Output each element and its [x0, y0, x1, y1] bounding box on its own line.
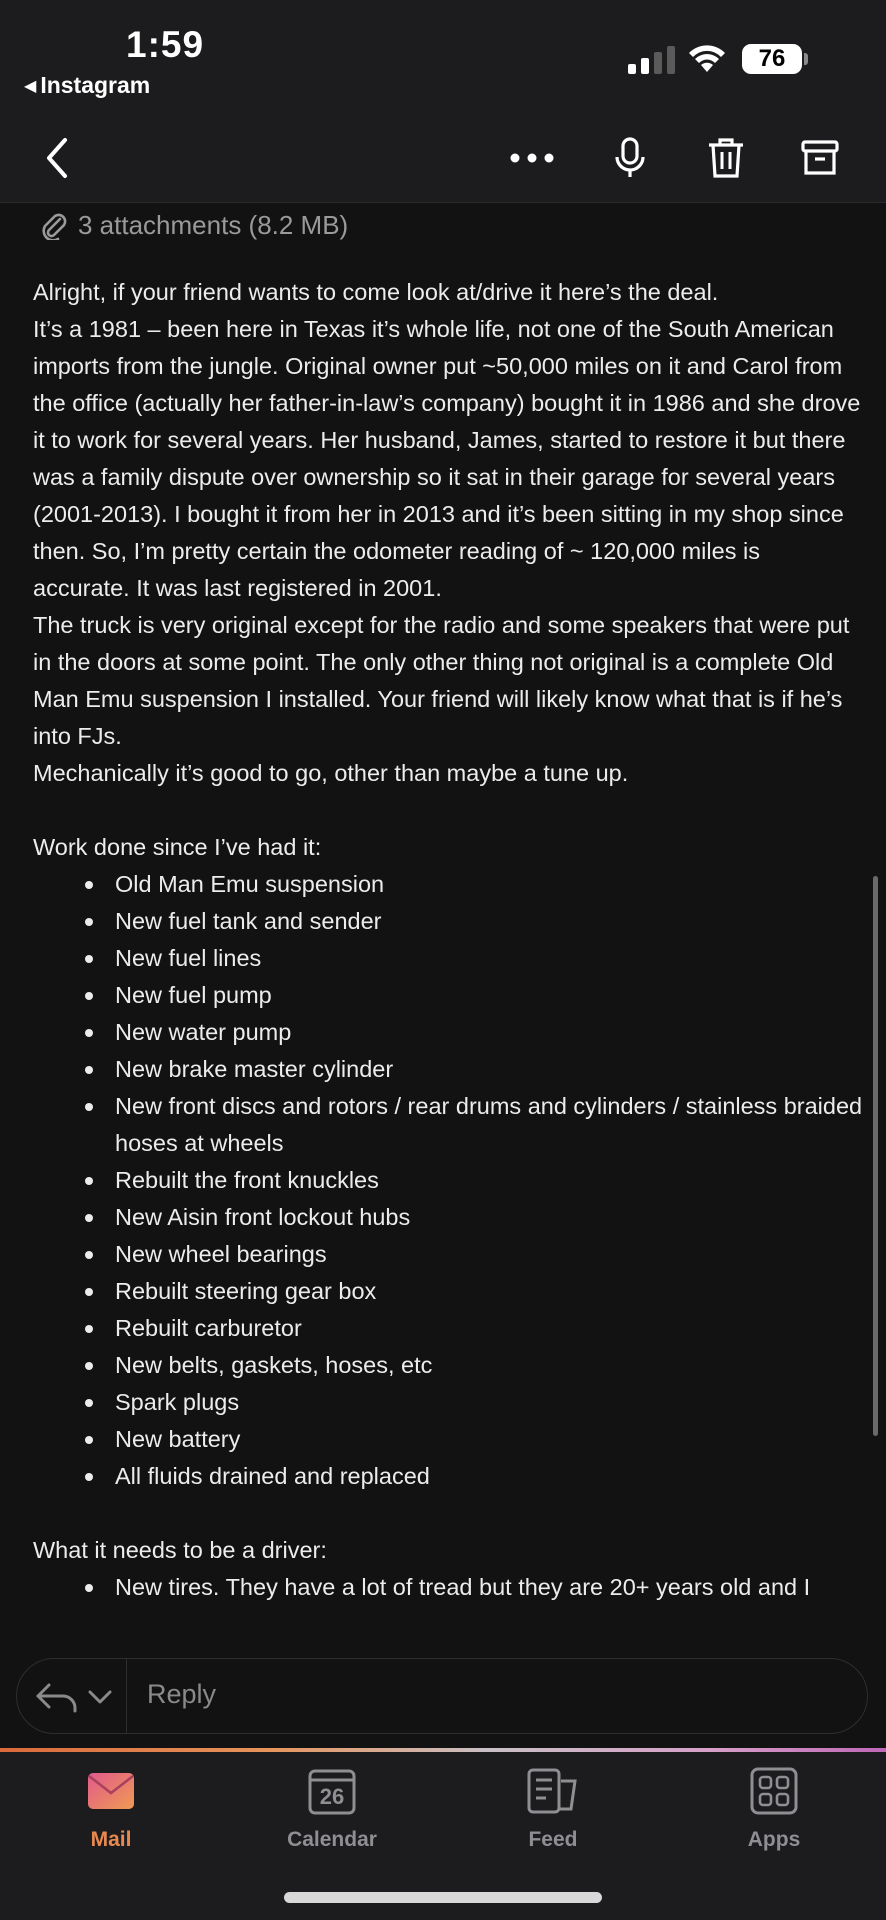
scrollbar[interactable] — [873, 876, 878, 1436]
attachments-label: 3 attachments (8.2 MB) — [78, 209, 349, 240]
home-indicator[interactable] — [284, 1892, 602, 1903]
list-item: Rebuilt steering gear box — [85, 1273, 863, 1310]
chevron-down-icon — [88, 1690, 112, 1704]
calendar-day-number: 26 — [319, 1784, 345, 1809]
list-item: New battery — [85, 1421, 863, 1458]
list-item: New wheel bearings — [85, 1236, 863, 1273]
clock: 1:59 — [126, 24, 205, 65]
apps-grid-icon — [750, 1767, 798, 1815]
list-item: New fuel lines — [85, 940, 863, 977]
tab-feed-label: Feed — [528, 1828, 578, 1851]
attachments-link[interactable]: 3 attachments (8.2 MB) — [40, 205, 348, 245]
status-bar: 1:59 ◀ Instagram 76 — [0, 0, 886, 118]
list-item: New brake master cylinder — [85, 1051, 863, 1088]
work-done-list: Old Man Emu suspension New fuel tank and… — [33, 866, 863, 1495]
list-item: New Aisin front lockout hubs — [85, 1199, 863, 1236]
tab-calendar[interactable]: 26 Calendar — [252, 1762, 412, 1852]
paragraph-mechanical: Mechanically it’s good to go, other than… — [33, 760, 629, 786]
list-item: Spark plugs — [85, 1384, 863, 1421]
list-item: New front discs and rotors / rear drums … — [85, 1088, 863, 1162]
reply-bar[interactable]: Reply — [16, 1658, 868, 1734]
list-item: Rebuilt carburetor — [85, 1310, 863, 1347]
work-done-heading: Work done since I’ve had it: — [33, 834, 322, 860]
message-toolbar — [0, 118, 886, 203]
mail-icon — [88, 1773, 134, 1809]
battery-tip — [804, 53, 808, 65]
tab-apps[interactable]: Apps — [694, 1762, 854, 1852]
archive-icon[interactable] — [794, 132, 846, 184]
tab-calendar-label: Calendar — [287, 1828, 377, 1851]
paragraph-originality: The truck is very original except for th… — [33, 612, 850, 749]
reply-input[interactable]: Reply — [147, 1679, 216, 1710]
list-item: New tires. They have a lot of tread but … — [85, 1569, 863, 1606]
battery-indicator: 76 — [742, 44, 802, 74]
wifi-icon — [689, 45, 725, 72]
message-body-container[interactable]: 3 attachments (8.2 MB) Alright, if your … — [0, 203, 886, 1643]
more-icon[interactable] — [506, 132, 558, 184]
cellular-signal-icon — [628, 46, 676, 74]
paperclip-icon — [42, 213, 67, 240]
list-item: New fuel tank and sender — [85, 903, 863, 940]
tab-feed[interactable]: Feed — [473, 1762, 633, 1852]
back-app-label: Instagram — [40, 72, 151, 98]
list-item: All fluids drained and replaced — [85, 1458, 863, 1495]
reply-arrow-icon — [36, 1683, 77, 1713]
needs-list: New tires. They have a lot of tread but … — [33, 1569, 863, 1606]
email-body: Alright, if your friend wants to come lo… — [33, 274, 863, 1606]
intro-text: Alright, if your friend wants to come lo… — [33, 279, 719, 305]
needs-heading: What it needs to be a driver: — [33, 1537, 327, 1563]
back-triangle-icon: ◀ — [24, 78, 37, 95]
list-item: New water pump — [85, 1014, 863, 1051]
reply-options-button[interactable] — [35, 1679, 113, 1715]
feed-icon — [527, 1768, 577, 1814]
list-item: New fuel pump — [85, 977, 863, 1014]
trash-icon[interactable] — [700, 132, 752, 184]
list-item: Old Man Emu suspension — [85, 866, 863, 903]
list-item: New belts, gaskets, hoses, etc — [85, 1347, 863, 1384]
tab-mail[interactable]: Mail — [31, 1762, 191, 1852]
tab-mail-label: Mail — [90, 1828, 132, 1851]
paragraph-history: It’s a 1981 – been here in Texas it’s wh… — [33, 316, 861, 601]
tab-apps-label: Apps — [747, 1828, 801, 1851]
back-chevron-icon[interactable] — [32, 132, 84, 184]
list-item: Rebuilt the front knuckles — [85, 1162, 863, 1199]
divider — [126, 1659, 127, 1733]
back-to-app-link[interactable]: ◀ Instagram — [24, 72, 150, 99]
microphone-icon[interactable] — [604, 132, 656, 184]
